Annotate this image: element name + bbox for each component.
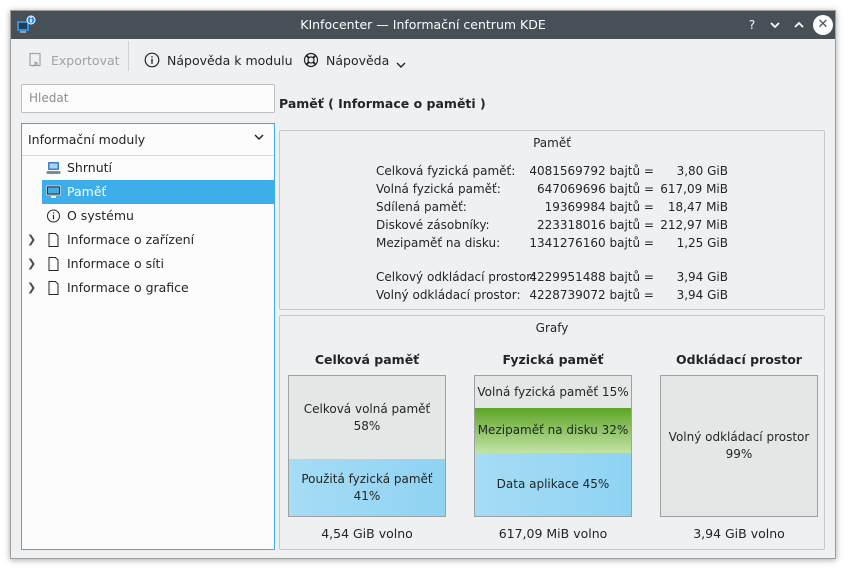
chevron-right-icon[interactable]: ❯ [27, 252, 36, 276]
chart-segment-free: Celková volná paměť 58% [289, 376, 445, 459]
memory-label: Celková fyzická paměť: [376, 164, 516, 178]
module-category-label: Informační moduly [28, 132, 146, 147]
maximize-button[interactable] [789, 15, 809, 35]
memory-human: 3,94 GiB [676, 288, 728, 302]
chart-footer: 617,09 MiB volno [498, 526, 608, 541]
memory-human: 1,25 GiB [676, 236, 728, 250]
memory-bytes: 1341276160 bajtů = [529, 236, 654, 250]
memory-bytes: 4081569792 bajtů = [529, 164, 654, 178]
chart-bar: Použitá fyzická paměť 41% Celková volná p… [288, 375, 446, 517]
graphs-group: Grafy Celková paměť Použitá fyzická pamě… [279, 315, 825, 550]
document-icon [48, 257, 59, 271]
memory-row: Volná fyzická paměť: 647069696 bajtů = 6… [280, 182, 824, 200]
sidebar-item-device-info[interactable]: ❯ Informace o zařízení [22, 228, 274, 252]
chart-footer: 3,94 GiB volno [693, 526, 785, 541]
chart-segment-used: Data aplikace 45% [475, 453, 631, 516]
chart-title: Odkládací prostor [676, 352, 802, 367]
sidebar-item-label: Informace o zařízení [67, 232, 195, 247]
memory-label: Mezipaměť na disku: [376, 236, 501, 250]
chevron-down-icon [396, 62, 406, 68]
title-bar: KInfocenter — Informační centrum KDE ? ✕ [11, 11, 835, 39]
window-title: KInfocenter — Informační centrum KDE [300, 17, 546, 32]
memory-bytes: 19369984 bajtů = [544, 200, 654, 214]
sidebar-item-about-system[interactable]: O systému [22, 204, 274, 228]
toolbar: Exportovat Nápověda k modulu Nápověda [11, 39, 835, 81]
export-button[interactable]: Exportovat [28, 49, 120, 71]
export-icon [29, 52, 41, 67]
help-titlebar-button[interactable]: ? [742, 15, 762, 35]
chevron-right-icon[interactable]: ❯ [27, 276, 36, 300]
module-category-select[interactable]: Informační moduly [22, 124, 274, 156]
graphs-group-title: Grafy [535, 321, 569, 335]
sidebar-item-label: Shrnutí [67, 160, 112, 175]
memory-row: Diskové zásobníky: 223318016 bajtů = 212… [280, 218, 824, 236]
swap-row: Celkový odkládací prostor: 4229951488 ba… [280, 270, 824, 288]
chevron-down-icon [254, 134, 264, 141]
sidebar-item-label: O systému [67, 208, 134, 223]
memory-label: Volný odkládací prostor: [376, 288, 521, 302]
computer-icon [46, 162, 61, 174]
info-icon [144, 52, 160, 68]
memory-group-title: Paměť [533, 136, 571, 150]
memory-row: Celková fyzická paměť: 4081569792 bajtů … [280, 164, 824, 182]
chart-segment-cache: Mezipaměť na disku 32% [475, 408, 631, 453]
export-label: Exportovat [51, 52, 120, 68]
sidebar-item-label: Paměť [67, 184, 107, 199]
memory-human: 212,97 MiB [660, 218, 728, 232]
chart-footer: 4,54 GiB volno [321, 526, 413, 541]
memory-human: 3,94 GiB [676, 270, 728, 284]
help-menu-button[interactable]: Nápověda [303, 49, 407, 71]
minimize-button[interactable] [765, 15, 785, 35]
sidebar-item-graphics-info[interactable]: ❯ Informace o grafice [22, 276, 274, 300]
sidebar-item-network-info[interactable]: ❯ Informace o síti [22, 252, 274, 276]
chart-segment-free: Volný odkládací prostor 99% [661, 376, 817, 516]
memory-row: Mezipaměť na disku: 1341276160 bajtů = 1… [280, 236, 824, 254]
memory-bytes: 223318016 bajtů = [536, 218, 654, 232]
info-icon [47, 209, 60, 223]
module-title: Paměť ( Informace o paměti ) [279, 96, 486, 111]
memory-bytes: 647069696 bajtů = [536, 182, 654, 196]
memory-label: Volná fyzická paměť: [376, 182, 501, 196]
memory-label: Celkový odkládací prostor: [376, 270, 535, 284]
module-tree[interactable]: Informační moduly Shrnutí Paměť O systém… [21, 123, 275, 550]
chart-title: Celková paměť [314, 352, 420, 367]
chart-bar: Data aplikace 45% Mezipaměť na disku 32% V… [474, 375, 632, 517]
chevron-down-icon [770, 22, 780, 29]
chart-segment-used: Použitá fyzická paměť 41% [289, 459, 445, 516]
memory-bytes: 4228739072 bajtů = [529, 288, 654, 302]
memory-info-group: Paměť Celková fyzická paměť: 4081569792 … [279, 130, 825, 310]
sidebar-item-summary[interactable]: Shrnutí [22, 156, 274, 180]
memory-row: Sdílená paměť: 19369984 bajtů = 18,47 Mi… [280, 200, 824, 218]
memory-label: Diskové zásobníky: [376, 218, 490, 232]
swap-row: Volný odkládací prostor: 4228739072 bajt… [280, 288, 824, 306]
sidebar-item-memory[interactable]: Paměť [22, 180, 274, 204]
document-icon [48, 281, 59, 295]
monitor-icon [46, 185, 61, 198]
close-button[interactable]: ✕ [813, 15, 833, 35]
chevron-right-icon[interactable]: ❯ [27, 228, 36, 252]
memory-human: 617,09 MiB [660, 182, 728, 196]
chevron-up-icon [794, 21, 804, 28]
toolbar-separator [128, 41, 129, 71]
document-icon [48, 233, 59, 247]
module-help-button[interactable]: Nápověda k modulu [144, 49, 293, 71]
chart-title: Fyzická paměť [502, 352, 604, 367]
main-window: KInfocenter — Informační centrum KDE ? ✕… [10, 10, 836, 559]
sidebar-item-label: Informace o grafice [67, 280, 189, 295]
search-input[interactable]: Hledat [21, 84, 275, 113]
memory-human: 18,47 MiB [667, 200, 728, 214]
sidebar-item-label: Informace o síti [67, 256, 164, 271]
chart-bar: Volný odkládací prostor 99% [660, 375, 818, 517]
memory-label: Sdílená paměť: [376, 200, 467, 214]
lifebuoy-icon [303, 52, 319, 68]
help-label: Nápověda [326, 52, 390, 68]
module-help-label: Nápověda k modulu [167, 52, 293, 68]
memory-human: 3,80 GiB [676, 164, 728, 178]
chart-segment-free: Volná fyzická paměť 15% [475, 376, 631, 408]
memory-bytes: 4229951488 bajtů = [529, 270, 654, 284]
